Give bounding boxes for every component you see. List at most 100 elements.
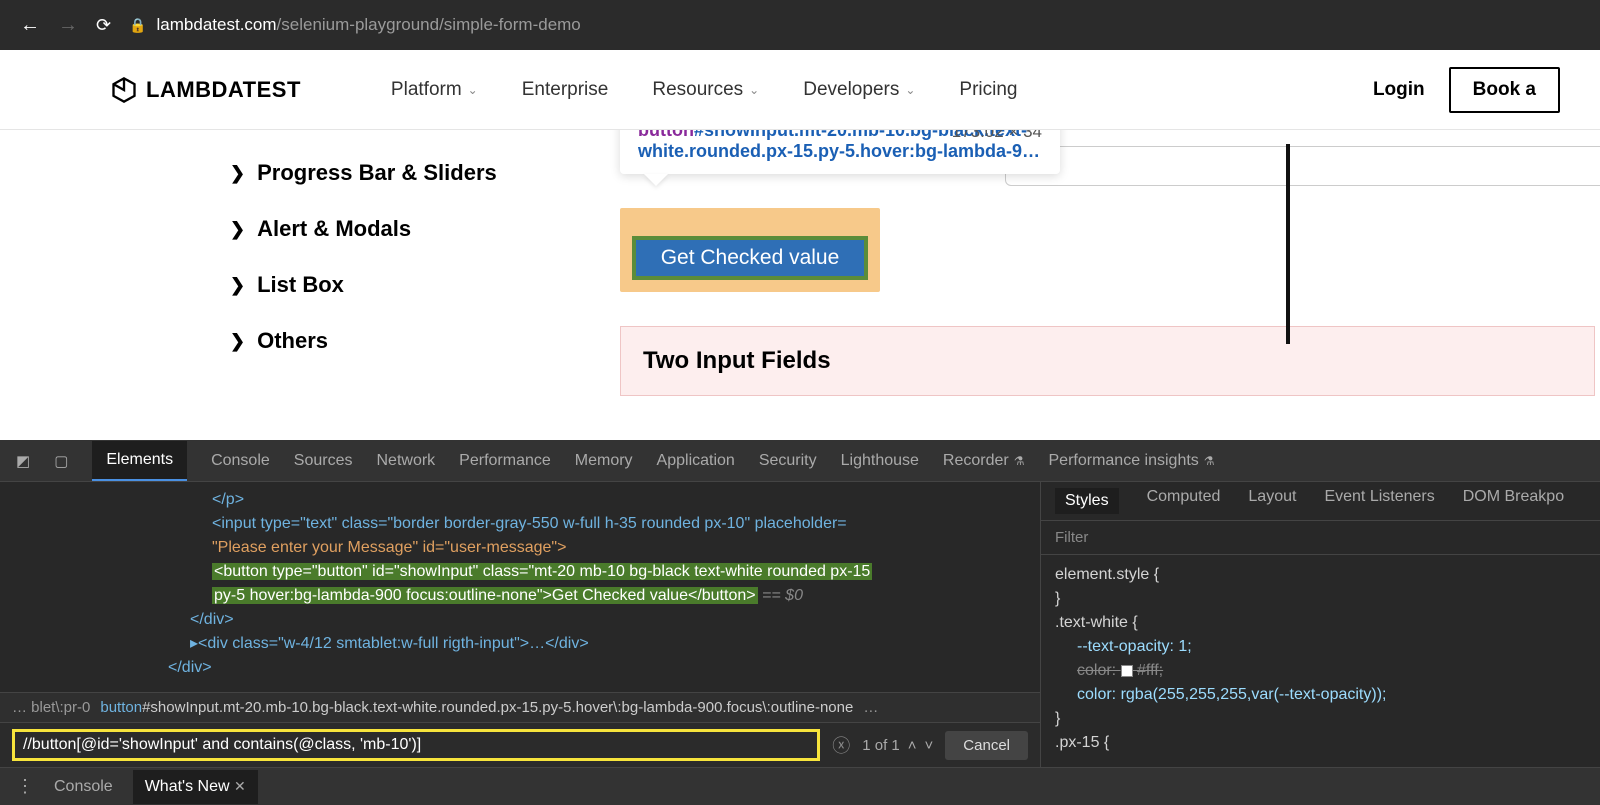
tab-performance[interactable]: Performance [459,452,551,470]
sidebar-item-label: Progress Bar & Sliders [257,160,497,186]
cancel-button[interactable]: Cancel [945,731,1028,760]
dom-tree[interactable]: </p> <input type="text" class="border bo… [0,482,1040,692]
crumb-prev[interactable]: … blet\:pr-0 [12,699,90,716]
search-bar: //button[@id='showInput' and contains(@c… [0,722,1040,767]
page-content: ❯Progress Bar & Sliders ❯Alert & Modals … [0,130,1600,440]
login-link[interactable]: Login [1373,79,1425,101]
devtools-panel: ◩ ▢ Elements Console Sources Network Per… [0,440,1600,805]
styles-filter[interactable]: Filter [1041,521,1600,555]
two-input-section: Two Input Fields [620,326,1595,396]
drawer-tab-whatsnew[interactable]: What's New ✕ [133,770,258,804]
clear-search-icon[interactable]: ⓧ [832,732,850,758]
nav-developers[interactable]: Developers⌄ [803,79,915,101]
color-swatch-icon[interactable] [1121,665,1133,677]
category-sidebar: ❯Progress Bar & Sliders ❯Alert & Modals … [0,130,620,440]
chevron-right-icon: ❯ [230,219,245,240]
crumb-selector[interactable]: #showInput.mt-20.mb-10.bg-black.text-whi… [142,699,853,716]
tab-layout[interactable]: Layout [1248,488,1296,514]
tab-computed[interactable]: Computed [1147,488,1221,514]
next-match-icon[interactable]: ˅ [925,737,934,754]
elements-panel: </p> <input type="text" class="border bo… [0,482,1040,767]
flask-icon: ⚗ [1204,454,1215,468]
sidebar-item-others[interactable]: ❯ Others [230,328,620,354]
chevron-right-icon: ❯ [230,331,245,352]
chevron-down-icon: ⌄ [749,83,759,97]
css-property[interactable]: --text-opacity: 1; [1077,635,1586,659]
brand-logo[interactable]: LAMBDATEST [110,76,301,104]
tab-dom-breakpoints[interactable]: DOM Breakpo [1463,488,1564,514]
dom-selected-node[interactable]: <button type="button" id="showInput" cla… [212,563,872,580]
section-title: Two Input Fields [643,347,1572,375]
tab-application[interactable]: Application [657,452,735,470]
nav-resources[interactable]: Resources⌄ [652,79,759,101]
chevron-down-icon: ⌄ [905,83,915,97]
tab-memory[interactable]: Memory [575,452,633,470]
chevron-right-icon: ❯ [230,275,245,296]
forward-button[interactable]: → [58,14,78,37]
tab-network[interactable]: Network [376,452,435,470]
dollar-zero: == $0 [758,587,803,604]
css-rule[interactable]: } [1055,587,1586,611]
sidebar-item-alert[interactable]: ❯Alert & Modals [230,216,620,242]
tab-recorder[interactable]: Recorder ⚗ [943,452,1025,470]
url-host: lambdatest.com [157,15,277,34]
css-rule[interactable]: .px-15 { [1055,731,1586,755]
breadcrumb[interactable]: … blet\:pr-0 button#showInput.mt-20.mb-1… [0,692,1040,722]
css-rule[interactable]: } [1055,707,1586,731]
get-checked-value-button[interactable]: Get Checked value [636,240,864,276]
styles-panel: Styles Computed Layout Event Listeners D… [1040,482,1600,767]
element-inspector-tooltip: button#showInput.mt-20.mb-10.bg-black.te… [620,130,1060,174]
reload-button[interactable]: ⟳ [96,15,111,36]
css-rule[interactable]: element.style { [1055,563,1586,587]
css-property-strikethrough[interactable]: color: #fff; [1077,659,1586,683]
dom-node[interactable]: </div> [190,611,234,628]
tab-styles[interactable]: Styles [1055,488,1119,514]
dom-node[interactable]: ▸<div class="w-4/12 smtablet:w-full rigt… [190,635,589,652]
tab-event-listeners[interactable]: Event Listeners [1324,488,1434,514]
sidebar-item-listbox[interactable]: ❯ List Box [230,272,620,298]
logo-icon [110,76,138,104]
devtools-drawer-tabs: ⋮ Console What's New ✕ [0,767,1600,805]
styles-tabs: Styles Computed Layout Event Listeners D… [1041,482,1600,521]
devtools-tabs: ◩ ▢ Elements Console Sources Network Per… [0,440,1600,482]
chevron-right-icon: ❯ [230,163,245,184]
close-icon[interactable]: ✕ [234,778,246,794]
sidebar-item-label: Others [257,328,328,354]
book-demo-button[interactable]: Book a [1449,67,1560,113]
dom-node[interactable]: <input type="text" class="border border-… [212,515,847,532]
back-button[interactable]: ← [20,14,40,37]
address-bar[interactable]: 🔒 lambdatest.com/selenium-playground/sim… [129,15,1580,35]
kebab-menu-icon[interactable]: ⋮ [16,776,34,797]
dom-selected-node[interactable]: py-5 hover:bg-lambda-900 focus:outline-n… [212,587,758,604]
dom-node[interactable]: "Please enter your Message" id="user-mes… [212,539,566,556]
sidebar-item-label: List Box [257,272,344,298]
tab-console[interactable]: Console [211,452,270,470]
css-property[interactable]: color: rgba(255,255,255,var(--text-opaci… [1077,683,1586,707]
nav-enterprise[interactable]: Enterprise [522,79,609,101]
message-input[interactable] [1005,146,1600,186]
nav-platform[interactable]: Platform⌄ [391,79,478,101]
tab-perf-insights[interactable]: Performance insights ⚗ [1049,452,1215,470]
crumb-more[interactable]: … [863,699,878,716]
css-rules[interactable]: element.style { } .text-white { --text-o… [1041,555,1600,763]
device-toggle-icon[interactable]: ▢ [54,452,68,470]
css-rule[interactable]: .text-white { [1055,611,1586,635]
tooltip-arrow-icon [644,174,668,186]
tab-lighthouse[interactable]: Lighthouse [841,452,919,470]
tab-security[interactable]: Security [759,452,817,470]
crumb-tag[interactable]: button [100,699,142,716]
search-match-count: 1 of 1˄˅ [862,737,933,754]
prev-match-icon[interactable]: ˄ [908,737,917,754]
site-header: LAMBDATEST Platform⌄ Enterprise Resource… [0,50,1600,130]
browser-toolbar: ← → ⟳ 🔒 lambdatest.com/selenium-playgrou… [0,0,1600,50]
tab-elements[interactable]: Elements [92,441,187,481]
sidebar-item-progress[interactable]: ❯ Progress Bar & Sliders [230,160,620,186]
divider [1286,144,1290,344]
dom-node[interactable]: </p> [212,491,244,508]
drawer-tab-console[interactable]: Console [54,778,113,796]
tab-sources[interactable]: Sources [294,452,353,470]
dom-node[interactable]: </div> [168,659,212,676]
inspect-icon[interactable]: ◩ [16,452,30,470]
xpath-search-input[interactable]: //button[@id='showInput' and contains(@c… [12,729,820,761]
nav-pricing[interactable]: Pricing [959,79,1017,101]
